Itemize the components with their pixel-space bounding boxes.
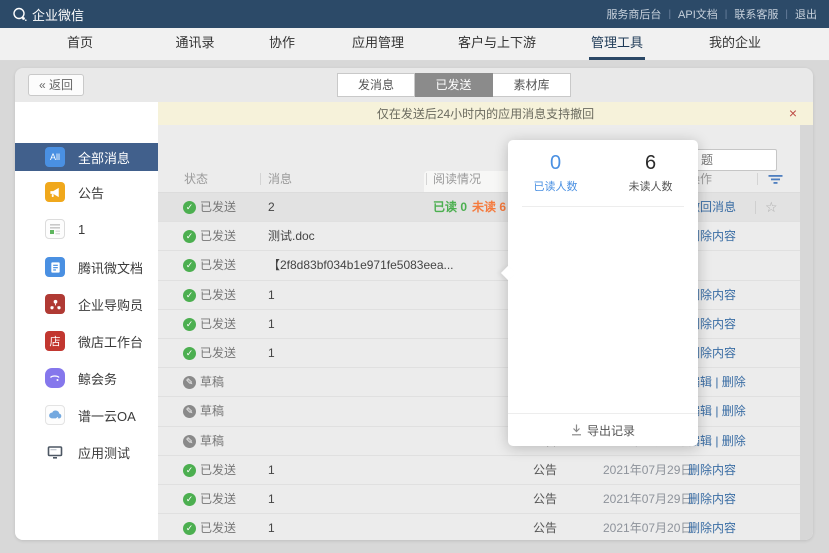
status-sent-icon: ✓ bbox=[183, 464, 196, 477]
filter-funnel-icon[interactable] bbox=[768, 174, 783, 188]
table-header-row: 状态 消息 阅读情况 操作 bbox=[158, 168, 800, 190]
status-sent-icon: ✓ bbox=[183, 230, 196, 243]
whale-bubble-icon bbox=[45, 368, 65, 388]
sidebar-item-tencent-docs[interactable]: 腾讯微文档 bbox=[15, 252, 158, 282]
sidebar-item-label: 谱一云OA bbox=[78, 406, 136, 425]
sidebar-item-label: 1 bbox=[78, 222, 85, 237]
monitor-icon bbox=[45, 442, 65, 462]
notice-bar: 仅在发送后24小时内的应用消息支持撤回 × bbox=[158, 102, 813, 125]
status-sent-icon: ✓ bbox=[183, 259, 196, 272]
sidebar-item-whale-meeting[interactable]: 鲸会务 bbox=[15, 363, 158, 393]
nav-contacts[interactable]: 通讯录 bbox=[173, 28, 216, 60]
sidebar-item-label: 应用测试 bbox=[78, 443, 130, 462]
topbar: 企业微信 服务商后台| API文档| 联系客服| 退出 bbox=[0, 0, 829, 28]
sidebar-item-all-messages[interactable]: All 全部消息 bbox=[15, 143, 158, 171]
nav-home[interactable]: 首页 bbox=[65, 28, 95, 60]
tab-material-library[interactable]: 素材库 bbox=[493, 73, 571, 97]
logo-text: 企业微信 bbox=[32, 5, 84, 24]
table-row[interactable]: ✓ 已发送 2 已读 0未读 6 撤回消息 ☆ bbox=[158, 192, 800, 221]
table-row[interactable]: ✓ 已发送 1 删除内容 bbox=[158, 338, 800, 367]
document-icon bbox=[45, 257, 65, 277]
table-row[interactable]: ✓ 已发送 1 删除内容 bbox=[158, 280, 800, 309]
export-records-button[interactable]: 导出记录 bbox=[508, 413, 698, 446]
notes-icon bbox=[45, 219, 65, 239]
nav-admin-tools[interactable]: 管理工具 bbox=[589, 28, 645, 60]
tab-sent[interactable]: 已发送 bbox=[415, 73, 493, 97]
sidebar-item-label: 微店工作台 bbox=[78, 332, 143, 351]
sidebar-item-1[interactable]: 1 bbox=[15, 214, 158, 244]
scrollbar-track[interactable] bbox=[800, 125, 813, 540]
sidebar-item-label: 企业导购员 bbox=[78, 295, 143, 314]
sidebar-item-label: 全部消息 bbox=[78, 148, 130, 167]
star-icon[interactable]: ☆ bbox=[765, 193, 778, 222]
sidebar-item-label: 腾讯微文档 bbox=[78, 258, 143, 277]
cloud-icon bbox=[45, 405, 65, 425]
sidebar-item-puyi-cloud-oa[interactable]: 谱一云OA bbox=[15, 400, 158, 430]
message-tabs: 发消息 已发送 素材库 bbox=[337, 73, 571, 97]
sidebar-item-label: 公告 bbox=[78, 183, 104, 202]
download-icon bbox=[571, 424, 582, 436]
status-sent-icon: ✓ bbox=[183, 289, 196, 302]
table-row[interactable]: ✓ 已发送 1 删除内容 bbox=[158, 309, 800, 338]
table-row[interactable]: ✎ 草稿 编辑 | 删除 bbox=[158, 367, 800, 396]
notice-text: 仅在发送后24小时内的应用消息支持撤回 bbox=[377, 105, 594, 122]
sidebar-item-shopping-guide[interactable]: 企业导购员 bbox=[15, 289, 158, 319]
delete-content-link[interactable]: 删除内容 bbox=[688, 485, 736, 514]
tab-send-message[interactable]: 发消息 bbox=[337, 73, 415, 97]
table-row[interactable]: ✎ 草稿 公告 2021年07月29日 编辑 | 删除 bbox=[158, 426, 800, 455]
sidebar-item-app-test[interactable]: 应用测试 bbox=[15, 437, 158, 467]
main-nav: 首页 通讯录 协作 应用管理 客户与上下游 管理工具 我的企业 bbox=[0, 28, 829, 61]
nav-collab[interactable]: 协作 bbox=[267, 28, 297, 60]
status-sent-icon: ✓ bbox=[183, 318, 196, 331]
link-logout[interactable]: 退出 bbox=[795, 6, 817, 22]
status-draft-icon: ✎ bbox=[183, 405, 196, 418]
app-logo: 企业微信 bbox=[12, 5, 84, 24]
back-button[interactable]: « 返回 bbox=[28, 74, 84, 96]
delete-content-link[interactable]: 删除内容 bbox=[688, 456, 736, 485]
read-status-popup: 0 已读人数 6 未读人数 导出记录 bbox=[508, 140, 698, 446]
table-row[interactable]: ✓ 已发送 1 公告 2021年07月29日 删除内容 bbox=[158, 484, 800, 513]
wework-bubble-icon bbox=[12, 7, 27, 22]
topbar-links: 服务商后台| API文档| 联系客服| 退出 bbox=[606, 6, 817, 22]
delete-content-link[interactable]: 删除内容 bbox=[688, 514, 736, 540]
table-row[interactable]: ✓ 已发送 1 公告 2021年07月20日 删除内容 bbox=[158, 513, 800, 540]
content-card: « 返回 发消息 已发送 素材库 All 全部消息 公告 1 腾讯微文档 bbox=[15, 68, 813, 540]
status-sent-icon: ✓ bbox=[183, 522, 196, 535]
table-row[interactable]: ✎ 草稿 编辑 | 删除 bbox=[158, 396, 800, 425]
table-row[interactable]: ✓ 已发送 【2f8d83bf034b1e971fe5083eea... bbox=[158, 250, 800, 279]
link-api-docs[interactable]: API文档 bbox=[678, 6, 718, 22]
guide-network-icon bbox=[45, 294, 65, 314]
shop-icon: 店 bbox=[45, 331, 65, 351]
link-provider-console[interactable]: 服务商后台 bbox=[606, 6, 661, 22]
sidebar-item-label: 鲸会务 bbox=[78, 369, 117, 388]
unread-count-stat: 6 未读人数 bbox=[603, 152, 698, 194]
read-status[interactable]: 已读 0未读 6 bbox=[433, 193, 506, 222]
link-contact-support[interactable]: 联系客服 bbox=[734, 6, 778, 22]
col-header-message: 消息 bbox=[268, 168, 292, 190]
sidebar-item-microshop[interactable]: 店 微店工作台 bbox=[15, 326, 158, 356]
status-draft-icon: ✎ bbox=[183, 435, 196, 448]
nav-customers[interactable]: 客户与上下游 bbox=[456, 28, 538, 60]
status-draft-icon: ✎ bbox=[183, 376, 196, 389]
all-messages-icon: All bbox=[45, 147, 65, 167]
read-count-stat: 0 已读人数 bbox=[508, 152, 603, 194]
col-header-read: 阅读情况 bbox=[433, 168, 481, 190]
col-header-status: 状态 bbox=[184, 168, 208, 190]
sidebar-item-announcement[interactable]: 公告 bbox=[15, 177, 158, 207]
status-sent-icon: ✓ bbox=[183, 493, 196, 506]
close-icon[interactable]: × bbox=[789, 106, 797, 120]
table-row[interactable]: ✓ 已发送 测试.doc 删除内容 bbox=[158, 221, 800, 250]
status-sent-icon: ✓ bbox=[183, 347, 196, 360]
status-sent-icon: ✓ bbox=[183, 201, 196, 214]
table-row[interactable]: ✓ 已发送 1 公告 2021年07月29日 删除内容 bbox=[158, 455, 800, 484]
app-sidebar: All 全部消息 公告 1 腾讯微文档 企业导购员 bbox=[15, 102, 158, 540]
nav-apps[interactable]: 应用管理 bbox=[350, 28, 406, 60]
nav-my-company[interactable]: 我的企业 bbox=[707, 28, 763, 60]
megaphone-icon bbox=[45, 182, 65, 202]
